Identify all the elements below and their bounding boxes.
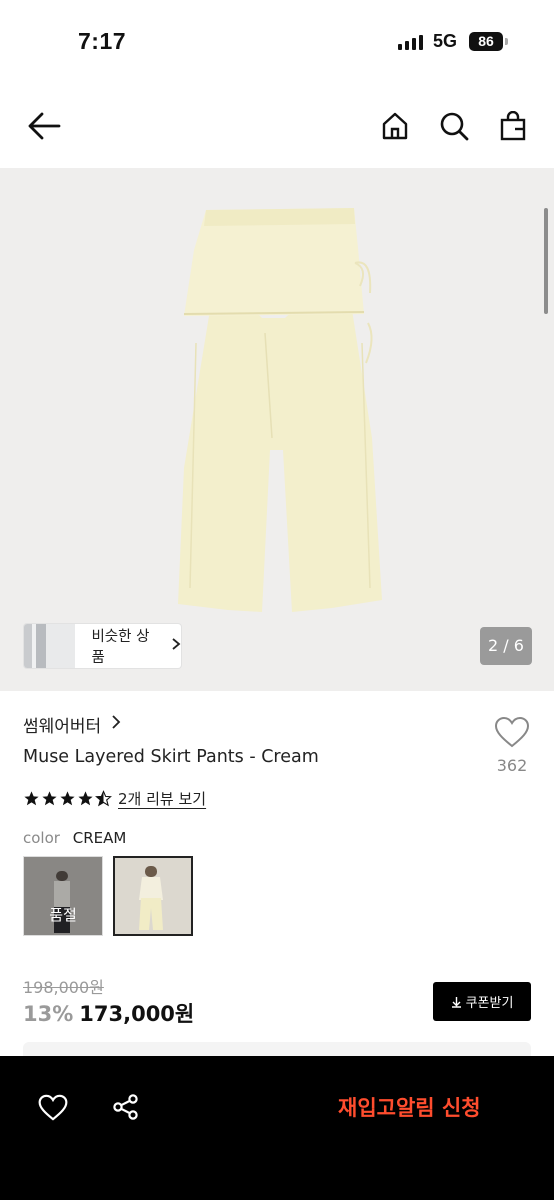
coupon-label: 쿠폰받기 [465, 996, 514, 1011]
battery-icon: 86 [469, 32, 503, 51]
signal-icon [398, 34, 423, 50]
rating-row: 2개 리뷰 보기 [23, 788, 206, 809]
wishlist-count: 362 [496, 756, 528, 775]
heart-icon[interactable] [35, 1089, 71, 1125]
discount-rate: 13% [23, 1002, 74, 1026]
star-icon [78, 791, 93, 806]
reviews-link[interactable]: 2개 리뷰 보기 [118, 788, 206, 809]
brand-link[interactable]: 썸웨어버터 [23, 712, 121, 737]
gallery-scrollbar[interactable] [544, 208, 548, 314]
back-arrow-icon[interactable] [26, 108, 62, 144]
similar-products-label: 비슷한 상품 [91, 629, 150, 666]
color-swatch-cream-selected[interactable] [113, 856, 193, 936]
restock-alert-button[interactable]: 재입고알림 신청 [338, 1092, 481, 1122]
chevron-right-icon [171, 637, 181, 655]
chevron-right-icon [111, 714, 121, 735]
status-time: 7:17 [78, 28, 127, 54]
star-icon [42, 791, 57, 806]
share-icon[interactable] [108, 1089, 144, 1125]
brand-name: 썸웨어버터 [23, 717, 102, 737]
download-icon [451, 996, 461, 1008]
bottom-action-bar: 재입고알림 신청 [0, 1056, 554, 1200]
shopping-bag-icon[interactable] [495, 108, 531, 144]
battery-tip [505, 38, 508, 45]
rating-stars [23, 790, 112, 807]
top-nav [0, 94, 554, 158]
star-icon [24, 791, 39, 806]
status-bar: 7:17 5G 86 [0, 0, 554, 84]
download-coupon-button[interactable]: 쿠폰받기 [433, 982, 531, 1021]
original-price: 198,000원 [23, 978, 104, 997]
color-selector-label: color CREAM [23, 829, 126, 847]
swatch-image [115, 858, 191, 934]
color-value: CREAM [72, 829, 127, 847]
similar-products-button[interactable]: 비슷한 상품 [24, 624, 181, 668]
network-label: 5G [433, 31, 458, 51]
heart-icon [494, 716, 530, 748]
product-image [178, 208, 382, 612]
product-title: Muse Layered Skirt Pants - Cream [23, 747, 319, 767]
price-row: 13% 173,000원 [23, 998, 194, 1028]
color-label: color [23, 829, 60, 847]
sale-price: 173,000원 [79, 1002, 195, 1026]
color-swatch-soldout[interactable]: 품절 [23, 856, 103, 936]
image-page-counter: 2 / 6 [480, 627, 532, 665]
star-icon [60, 791, 75, 806]
half-star-icon [95, 790, 112, 807]
soldout-label: 품절 [49, 906, 77, 924]
wishlist-button[interactable]: 362 [490, 716, 534, 775]
product-image-gallery[interactable]: 비슷한 상품 2 / 6 [0, 168, 554, 691]
home-icon[interactable] [377, 108, 413, 144]
similar-products-thumbnail [24, 624, 76, 668]
search-icon[interactable] [436, 108, 472, 144]
